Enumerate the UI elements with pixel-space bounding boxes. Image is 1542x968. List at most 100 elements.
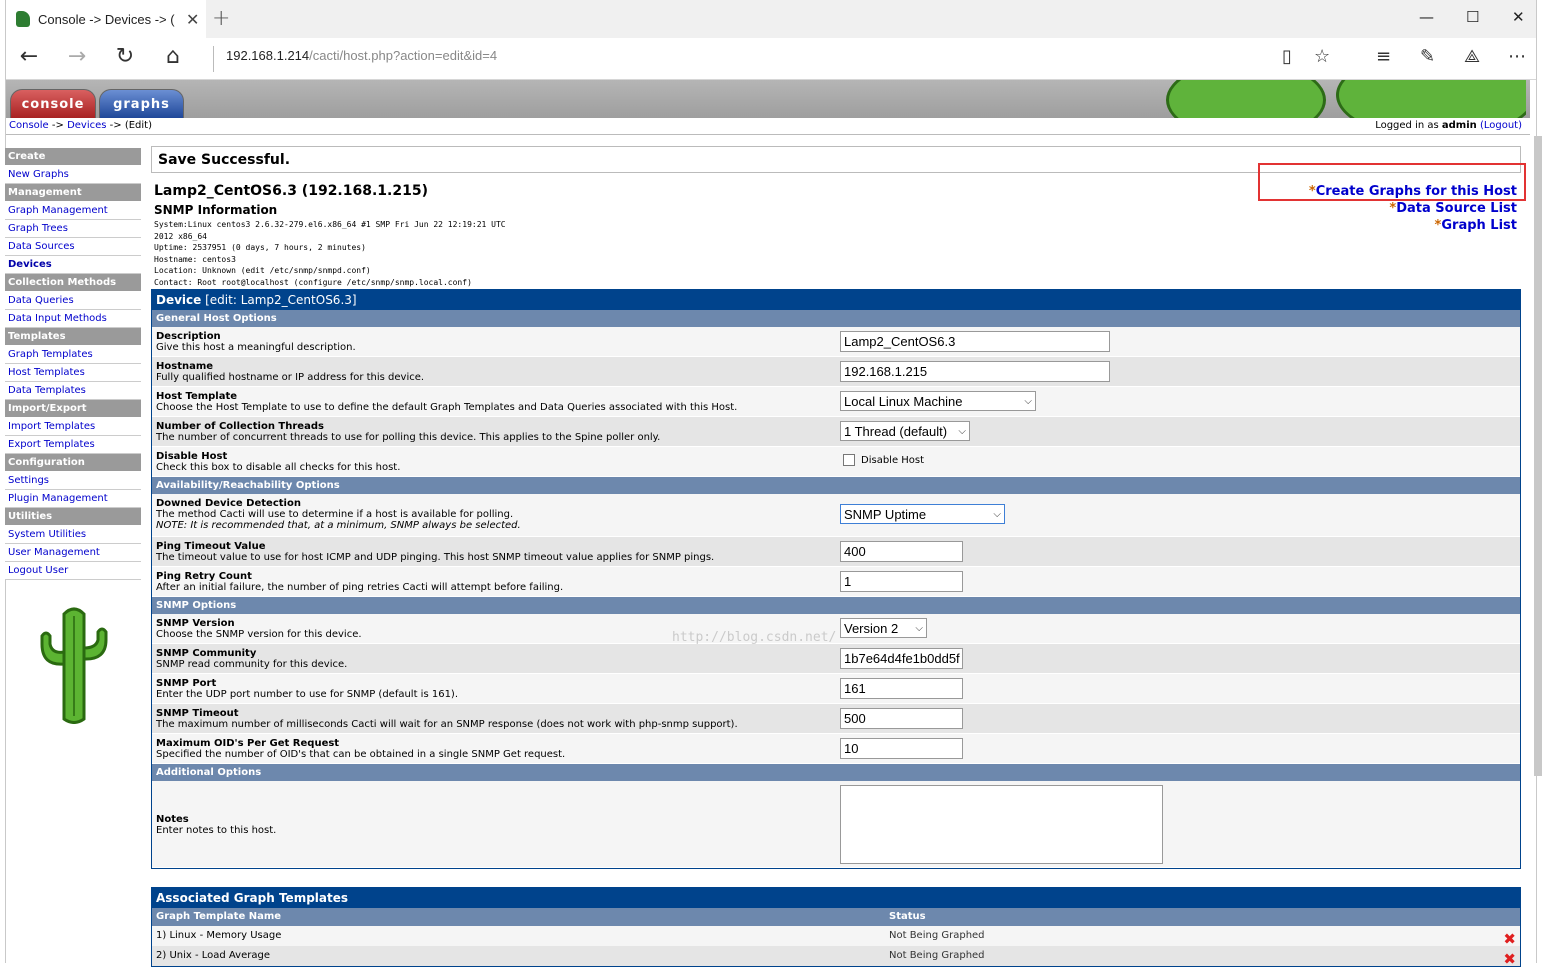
vertical-scrollbar[interactable] [1534,136,1542,776]
create-graphs-link[interactable]: Create Graphs for this Host [1316,184,1517,199]
tab-bar: Console -> Devices -> ( ✕ + — ☐ ✕ [6,0,1536,38]
form-row-disable-host: Disable Host Check this box to disable al… [152,447,1520,477]
sidebar: Create New Graphs Management Graph Manag… [5,148,141,580]
close-window-button[interactable]: ✕ [1512,8,1525,26]
hostname-label: Hostname [156,361,214,372]
notes-textarea[interactable] [840,785,1163,864]
section-snmp-options: SNMP Options [152,597,1520,614]
home-icon[interactable]: ⌂ [158,44,188,69]
threads-select[interactable]: 1 Thread (default) ⌵ [840,421,970,441]
sidebar-item-new-graphs[interactable]: New Graphs [5,166,141,184]
snmp-timeout-input[interactable]: 500 [840,708,963,729]
ping-retry-label: Ping Retry Count [156,571,252,582]
address-bar[interactable]: 192.168.1.214/cacti/host.php?action=edit… [226,48,497,63]
web-note-icon[interactable]: ✎ [1420,46,1435,67]
description-input[interactable]: Lamp2_CentOS6.3 [840,331,1110,352]
threads-help: The number of concurrent threads to use … [156,432,661,443]
form-row-ping-timeout: Ping Timeout Value The timeout value to u… [152,537,1520,567]
nav-bar: ← → ↻ ⌂ 192.168.1.214/cacti/host.php?act… [6,38,1536,80]
downed-detection-select[interactable]: SNMP Uptime ⌵ [840,504,1005,524]
ping-retry-input[interactable]: 1 [840,571,963,592]
col-template-name: Graph Template Name [156,911,282,922]
url-host: 192.168.1.214 [226,48,310,63]
threads-label: Number of Collection Threads [156,421,324,432]
hostname-help: Fully qualified hostname or IP address f… [156,372,425,383]
table-row: 1) Linux - Memory Usage Not Being Graphe… [152,926,1520,948]
template-status: Not Being Graphed [889,950,985,961]
form-row-snmp-port: SNMP Port Enter the UDP port number to us… [152,674,1520,704]
minimize-button[interactable]: — [1419,8,1434,26]
snmp-version-select[interactable]: Version 2 ⌵ [840,618,927,638]
sidebar-item-import-templates[interactable]: Import Templates [5,418,141,436]
snmp-community-input[interactable]: 1b7e64d4fe1b0dd5f [840,648,963,669]
snmp-port-input[interactable]: 161 [840,678,963,699]
link-star: * [1308,184,1316,199]
breadcrumb: Console -> Devices -> (Edit) [9,120,152,131]
form-row-description: Description Give this host a meaningful d… [152,327,1520,357]
form-row-hostname: Hostname Fully qualified hostname or IP a… [152,357,1520,387]
login-prefix: Logged in as [1375,120,1442,131]
sidebar-item-export-templates[interactable]: Export Templates [5,436,141,454]
back-arrow-icon[interactable]: ← [14,44,44,69]
new-tab-button[interactable]: + [212,6,230,31]
sidebar-item-graph-templates[interactable]: Graph Templates [5,346,141,364]
checkbox-icon [843,454,855,466]
sidebar-item-data-input-methods[interactable]: Data Input Methods [5,310,141,328]
favorite-star-icon[interactable]: ☆ [1314,46,1330,67]
device-edit-form: Device [edit: Lamp2_CentOS6.3] General H… [151,289,1521,869]
login-status: Logged in as admin (Logout) [1375,120,1522,131]
graphs-tab[interactable]: graphs [99,89,184,118]
reading-view-icon[interactable]: ▯ [1282,46,1292,67]
disable-host-help: Check this box to disable all checks for… [156,462,401,473]
table-row: 2) Unix - Load Average Not Being Graphed… [152,946,1520,968]
cacti-favicon-icon [16,11,30,27]
sidebar-header-utilities: Utilities [5,508,141,526]
sidebar-item-system-utilities[interactable]: System Utilities [5,526,141,544]
sidebar-item-host-templates[interactable]: Host Templates [5,364,141,382]
sidebar-item-data-sources[interactable]: Data Sources [5,238,141,256]
data-source-list-link[interactable]: Data Source List [1396,201,1517,216]
tab-close-icon[interactable]: ✕ [186,10,199,29]
console-tab[interactable]: console [10,89,96,118]
delete-icon[interactable]: ✖ [1503,950,1516,968]
sidebar-item-devices[interactable]: Devices [5,256,141,274]
watermark: http://blog.csdn.net/ [672,630,837,645]
template-status: Not Being Graphed [889,930,985,941]
cactus-banner-image [1146,80,1526,118]
sidebar-item-settings[interactable]: Settings [5,472,141,490]
cacti-header: console graphs [6,80,1530,118]
more-icon[interactable]: ⋯ [1508,46,1526,67]
share-icon[interactable]: ⟁ [1464,46,1480,67]
sidebar-item-logout-user[interactable]: Logout User [5,562,141,580]
url-path: /cacti/host.php?action=edit&id=4 [309,48,498,63]
breadcrumb-sep: -> [48,120,68,131]
graph-list-link[interactable]: Graph List [1441,218,1517,233]
sidebar-item-plugin-management[interactable]: Plugin Management [5,490,141,508]
logout-link[interactable]: (Logout) [1480,120,1522,131]
refresh-icon[interactable]: ↻ [110,44,140,69]
sidebar-item-graph-trees[interactable]: Graph Trees [5,220,141,238]
maximize-button[interactable]: ☐ [1466,8,1479,26]
sidebar-item-user-management[interactable]: User Management [5,544,141,562]
sidebar-item-data-queries[interactable]: Data Queries [5,292,141,310]
host-template-select[interactable]: Local Linux Machine ⌵ [840,391,1036,411]
sidebar-item-data-templates[interactable]: Data Templates [5,382,141,400]
login-user: admin [1441,120,1477,131]
chevron-down-icon: ⌵ [993,508,1001,520]
hostname-input[interactable]: 192.168.1.215 [840,361,1110,382]
disable-host-checkbox[interactable]: Disable Host [843,454,924,466]
hub-icon[interactable]: ≡ [1376,46,1391,67]
template-name: 2) Unix - Load Average [156,950,270,961]
forward-arrow-icon[interactable]: → [62,44,92,69]
breadcrumb-console[interactable]: Console [9,120,49,131]
snmp-info-heading: SNMP Information [154,203,278,217]
ping-timeout-input[interactable]: 400 [840,541,963,562]
sidebar-header-management: Management [5,184,141,202]
browser-tab[interactable]: Console -> Devices -> ( ✕ [6,0,206,38]
ping-retry-help: After an initial failure, the number of … [156,582,564,593]
sidebar-item-graph-management[interactable]: Graph Management [5,202,141,220]
template-name: 1) Linux - Memory Usage [156,930,282,941]
breadcrumb-devices[interactable]: Devices [67,120,106,131]
tab-title: Console -> Devices -> ( [38,11,175,27]
max-oids-input[interactable]: 10 [840,738,963,759]
